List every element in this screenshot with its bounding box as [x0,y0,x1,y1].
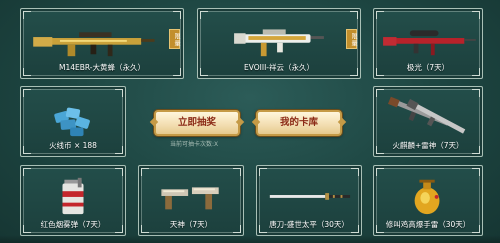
dual-rifle-icon [374,95,482,138]
limited-badge: 限量 [169,29,180,49]
coin-stack-icon [21,95,125,138]
prize-name: M14EBR-大黄蜂（永久） [58,63,145,72]
prize-name: 火线币 × 188 [49,141,97,150]
prize-name: 修叫鸡高爆手雷（30天） [385,220,471,229]
limited-badge: 限量 [346,29,357,49]
prize-name: 天神（7天） [169,220,213,229]
prize-card-xiujiao: 修叫鸡高爆手雷（30天） [373,165,483,236]
prize-card-huoxianbi: 火线币 × 188 [20,86,126,157]
rifle-gold-icon [21,17,183,60]
sniper-red-icon [374,17,482,60]
prize-card-hongse: 红色烟雾弹（7天） [20,165,126,236]
chicken-grenade-icon [374,174,482,217]
smg-white-gold-icon [198,17,360,60]
prize-name: 极光（7天） [406,63,450,72]
prize-name: 唐刀-盛世太平（30天） [269,220,349,229]
katana-icon [257,174,361,217]
prize-card-evo3: 限量 EVOIII-祥云（永久） [197,8,361,79]
prize-card-huoqilin: 火麒麟+雷神（7天） [373,86,483,157]
prize-card-jiguang: 极光（7天） [373,8,483,79]
prize-name: 红色烟雾弹（7天） [40,220,106,229]
prize-card-tangdao: 唐刀-盛世太平（30天） [256,165,362,236]
prize-name: EVOIII-祥云（永久） [244,63,314,72]
draw-count-text: 当前可抽卡次数:X [170,141,219,148]
prize-name: 火麒麟+雷神（7天） [392,141,464,150]
smoke-grenade-icon [21,174,125,217]
draw-now-button[interactable]: 立即抽奖 [154,110,240,136]
prize-card-m14ebr: 限量 M14EBR-大黄蜂（永久） [20,8,184,79]
prize-card-tianshen: 天神（7天） [138,165,244,236]
dual-pistol-icon [139,174,243,217]
my-card-library-button[interactable]: 我的卡库 [256,110,342,136]
bottom-shadow [0,235,500,243]
